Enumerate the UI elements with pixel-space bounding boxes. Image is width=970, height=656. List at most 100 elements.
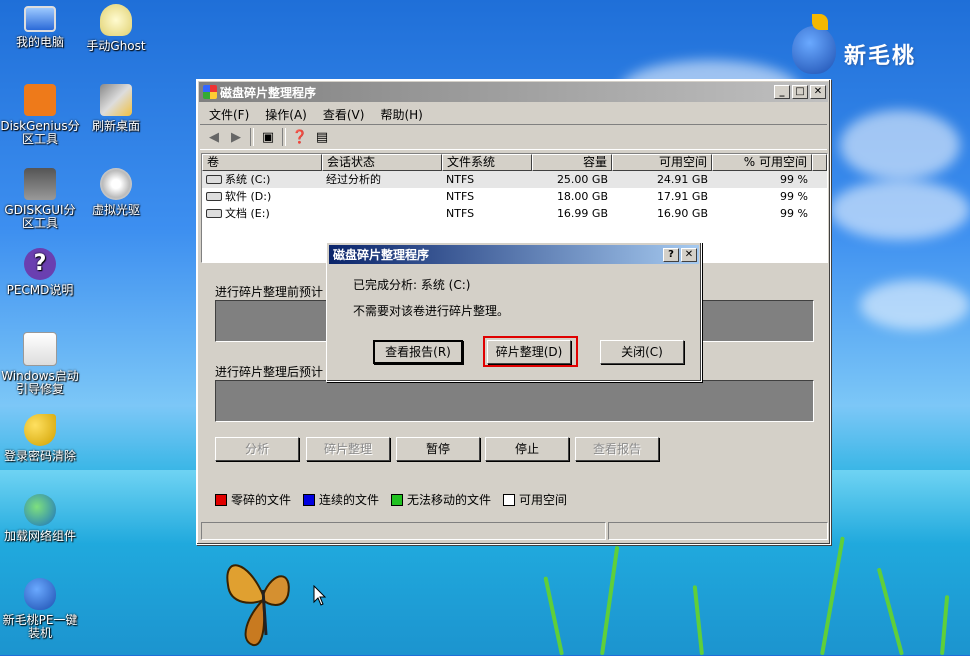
desktop-icon-refresh-desktop[interactable]: 刷新桌面 — [76, 84, 156, 133]
legend-item-free-space: 可用空间 — [503, 491, 567, 508]
butterfly-decoration — [226, 564, 290, 647]
forward-arrow-icon[interactable]: ▶ — [228, 129, 244, 145]
desktop-icon-label: 新毛桃PE一键装机 — [2, 613, 78, 640]
column-volume[interactable]: 卷 — [202, 154, 322, 171]
desktop-icon-label: 登录密码清除 — [3, 449, 76, 463]
table-row[interactable]: 文档 (E:) NTFS 16.99 GB 16.90 GB 99 % — [202, 205, 827, 222]
table-row[interactable]: 软件 (D:) NTFS 18.00 GB 17.91 GB 99 % — [202, 188, 827, 205]
desktop-icon-label: 刷新桌面 — [91, 119, 140, 133]
desktop-icon-pecmd-help[interactable]: ? PECMD说明 — [0, 248, 80, 297]
legend-swatch — [391, 493, 404, 506]
volume-list-header: 卷 会话状态 文件系统 容量 可用空间 % 可用空间 — [202, 154, 827, 171]
desktop-icon-gdiskgui[interactable]: GDISKGUI分区工具 — [0, 168, 80, 230]
table-row[interactable]: 系统 (C:) 经过分析的 NTFS 25.00 GB 24.91 GB 99 … — [202, 171, 827, 188]
desktop-icon-network-components[interactable]: 加载网络组件 — [0, 494, 80, 543]
dialog-titlebar[interactable]: 磁盘碎片整理程序 ? ✕ — [329, 245, 699, 264]
maximize-button[interactable]: □ — [792, 85, 808, 99]
back-arrow-icon[interactable]: ◀ — [206, 129, 222, 145]
status-pane — [608, 522, 828, 540]
view-report-dialog-button[interactable]: 查看报告(R) — [373, 340, 463, 364]
dialog-message-no-defrag: 不需要对该卷进行碎片整理。 — [353, 304, 510, 318]
view-report-button[interactable]: 查看报告 — [575, 437, 659, 461]
menu-view[interactable]: 查看(V) — [315, 106, 373, 123]
leaf-icon — [812, 14, 828, 30]
pct-cell: 99 % — [780, 207, 808, 220]
desktop-icon-label: DiskGenius分区工具 — [0, 119, 80, 146]
background-cloud — [860, 280, 970, 330]
mouse-cursor-icon — [313, 585, 327, 606]
status-bar — [201, 522, 828, 540]
drive-icon — [206, 209, 222, 218]
drive-icon — [206, 175, 222, 184]
analyze-button[interactable]: 分析 — [215, 437, 299, 461]
desktop-icon-label: 加载网络组件 — [3, 529, 76, 543]
status-cell — [322, 205, 442, 222]
defrag-app-icon — [203, 85, 217, 99]
volume-name-cell: 系统 (C:) — [202, 171, 322, 188]
desktop-icon-password-clear[interactable]: 登录密码清除 — [0, 414, 80, 463]
legend-swatch — [303, 493, 316, 506]
brand-logo: 新毛桃 — [790, 14, 940, 84]
drive-icon — [206, 192, 222, 201]
help-icon: ? — [24, 248, 56, 280]
minimize-button[interactable]: _ — [774, 85, 790, 99]
volume-name-cell: 文档 (E:) — [202, 205, 322, 222]
toolbar: ◀ ▶ ▣ ❓ ▤ — [200, 124, 827, 150]
free-cell: 16.90 GB — [656, 207, 708, 220]
pct-cell: 99 % — [780, 190, 808, 203]
pct-cell: 99 % — [780, 173, 808, 186]
capacity-cell: 16.99 GB — [556, 207, 608, 220]
pause-button[interactable]: 暂停 — [396, 437, 480, 461]
desktop-icon-manual-ghost[interactable]: 手动Ghost — [76, 4, 156, 53]
desktop-icon-diskgenius[interactable]: DiskGenius分区工具 — [0, 84, 80, 146]
desktop-icon-label: 手动Ghost — [86, 39, 146, 53]
dialog-message-analysis: 已完成分析: 系统 (C:) — [353, 278, 471, 292]
fs-cell: NTFS — [446, 173, 475, 186]
toolbar-separator — [250, 128, 254, 146]
menu-help[interactable]: 帮助(H) — [372, 106, 430, 123]
dialog-title: 磁盘碎片整理程序 — [333, 248, 430, 262]
desktop-icon-label: GDISKGUI分区工具 — [4, 203, 76, 230]
column-capacity[interactable]: 容量 — [532, 154, 612, 171]
help-icon[interactable]: ❓ — [292, 129, 308, 145]
close-button[interactable]: ✕ — [810, 85, 826, 99]
desktop-icon-my-computer[interactable]: 我的电脑 — [0, 4, 80, 49]
key-icon — [24, 414, 56, 446]
stop-button[interactable]: 停止 — [485, 437, 569, 461]
brand-logo-text: 新毛桃 — [844, 44, 917, 69]
fs-cell: NTFS — [446, 190, 475, 203]
menu-action[interactable]: 操作(A) — [257, 106, 315, 123]
legend: 零碎的文件 连续的文件 无法移动的文件 可用空间 — [215, 491, 567, 508]
free-cell: 17.91 GB — [656, 190, 708, 203]
ghost-icon — [100, 4, 132, 36]
toolbar-separator — [282, 128, 286, 146]
desktop-icon-label: 我的电脑 — [15, 35, 64, 49]
status-cell — [322, 188, 442, 205]
properties-icon[interactable]: ▤ — [314, 129, 330, 145]
analysis-complete-dialog: 磁盘碎片整理程序 ? ✕ 已完成分析: 系统 (C:) 不需要对该卷进行碎片整理… — [326, 242, 702, 382]
red-highlight-box — [483, 336, 578, 367]
volume-name-cell: 软件 (D:) — [202, 188, 322, 205]
show-hide-tree-icon[interactable]: ▣ — [260, 129, 276, 145]
column-session-status[interactable]: 会话状态 — [322, 154, 442, 171]
after-defrag-label: 进行碎片整理后预计 — [215, 365, 324, 379]
peach-icon — [24, 578, 56, 610]
menu-file[interactable]: 文件(F) — [201, 106, 257, 123]
dialog-help-button[interactable]: ? — [663, 247, 679, 262]
free-cell: 24.91 GB — [656, 173, 708, 186]
refresh-desktop-icon — [100, 84, 132, 116]
close-dialog-button[interactable]: 关闭(C) — [600, 340, 684, 364]
peach-logo-icon — [792, 26, 836, 74]
legend-item-unmovable: 无法移动的文件 — [391, 491, 491, 508]
column-file-system[interactable]: 文件系统 — [442, 154, 532, 171]
desktop-icon-pe-install[interactable]: 新毛桃PE一键装机 — [0, 578, 80, 640]
desktop-icon-windows-boot-repair[interactable]: Windows启动引导修复 — [0, 332, 80, 396]
defragment-button[interactable]: 碎片整理 — [306, 437, 390, 461]
column-free-space[interactable]: 可用空间 — [612, 154, 712, 171]
desktop-icon-label: Windows启动引导修复 — [1, 369, 79, 396]
column-percent-free[interactable]: % 可用空间 — [712, 154, 812, 171]
legend-swatch — [215, 493, 227, 506]
window-titlebar[interactable]: 磁盘碎片整理程序 _ □ ✕ — [199, 82, 828, 102]
desktop-icon-virtual-drive[interactable]: 虚拟光驱 — [76, 168, 156, 217]
dialog-close-button[interactable]: ✕ — [681, 247, 697, 262]
